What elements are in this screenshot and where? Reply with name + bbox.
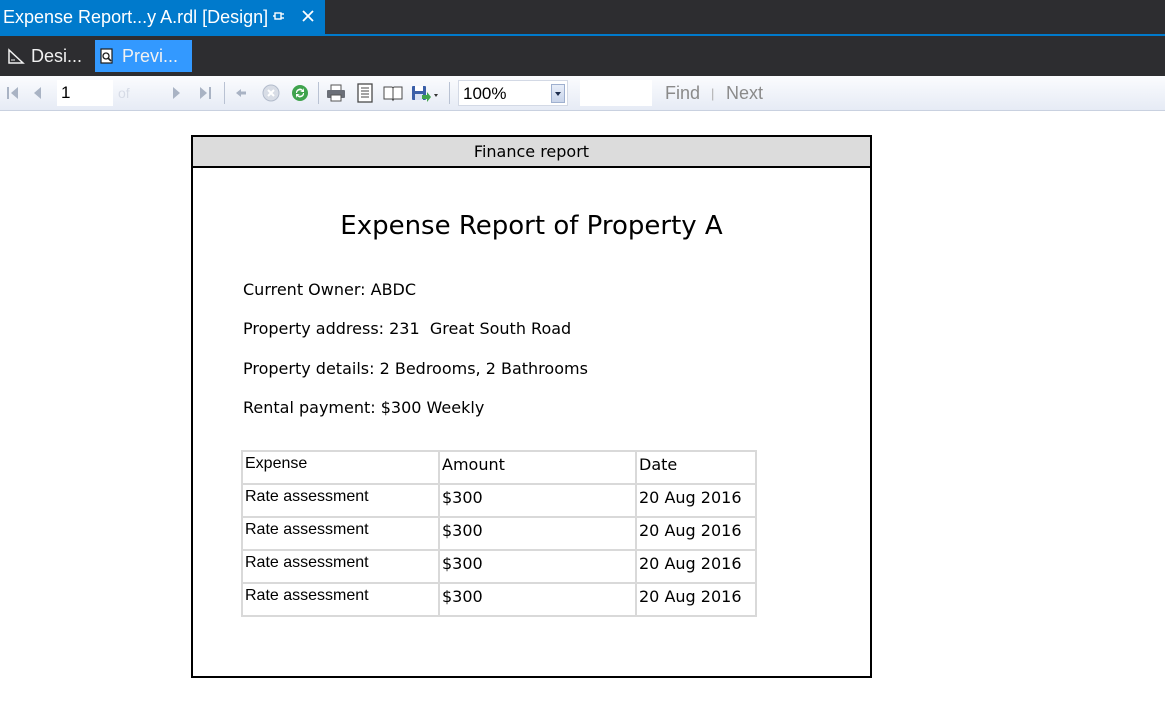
next-link[interactable]: Next (726, 83, 763, 104)
table-row: Rate assessment $300 20 Aug 2016 (241, 516, 757, 551)
zoom-value: 100% (463, 84, 507, 103)
address-text: Property address: 231 Great South Road (243, 319, 572, 338)
tab-preview-label: Previ... (122, 45, 179, 66)
report-page-header: Finance report (193, 137, 870, 168)
tab-design[interactable]: Desi... (4, 40, 90, 72)
design-icon (7, 47, 25, 65)
date-cell: 20 Aug 2016 (635, 516, 757, 551)
report-title: Expense Report of Property A (340, 211, 723, 241)
amount-cell: $300 (438, 483, 637, 518)
find-link[interactable]: Find (665, 83, 700, 104)
find-input[interactable] (580, 80, 652, 106)
owner-text: Current Owner: ABDC (243, 280, 417, 299)
close-icon[interactable] (299, 7, 317, 25)
document-tab[interactable]: Expense Report...y A.rdl [Design] (0, 0, 325, 34)
preview-icon (98, 47, 116, 65)
zoom-select[interactable]: 100% (458, 80, 568, 106)
column-header-date: Date (635, 450, 757, 485)
expense-cell: Rate assessment (241, 483, 440, 518)
date-cell: 20 Aug 2016 (635, 549, 757, 584)
page-number-input[interactable] (57, 80, 113, 106)
table-row: Rate assessment $300 20 Aug 2016 (241, 549, 757, 584)
pin-icon[interactable] (272, 8, 286, 26)
previous-page-icon[interactable] (27, 82, 49, 104)
rental-text: Rental payment: $300 Weekly (243, 398, 485, 417)
expense-cell: Rate assessment (241, 516, 440, 551)
table-row: Rate assessment $300 20 Aug 2016 (241, 582, 757, 617)
export-icon[interactable] (410, 82, 440, 104)
view-mode-bar: Desi... Previ... (0, 36, 1165, 76)
expense-cell: Rate assessment (241, 549, 440, 584)
expense-table: Expense Amount Date Rate assessment $300… (241, 450, 757, 617)
report-page: Finance report Expense Report of Propert… (191, 135, 872, 678)
last-page-icon[interactable] (194, 82, 216, 104)
amount-cell: $300 (438, 516, 637, 551)
amount-cell: $300 (438, 549, 637, 584)
page-of-label: of (118, 85, 130, 101)
toolbar-separator (224, 82, 225, 104)
back-icon[interactable] (230, 82, 252, 104)
table-header-row: Expense Amount Date (241, 450, 757, 485)
details-text: Property details: 2 Bedrooms, 2 Bathroom… (243, 359, 588, 378)
chevron-down-icon[interactable] (551, 84, 565, 103)
document-tab-title: Expense Report...y A.rdl [Design] (3, 6, 269, 27)
tab-design-label: Desi... (31, 45, 83, 66)
print-layout-icon[interactable] (354, 82, 376, 104)
find-separator: | (711, 86, 715, 101)
toolbar-separator (318, 82, 319, 104)
report-toolbar: of 100% Find | Next (0, 76, 1165, 111)
column-header-amount: Amount (438, 450, 637, 485)
document-tab-strip: Expense Report...y A.rdl [Design] (0, 0, 1165, 36)
column-header-expense: Expense (241, 450, 440, 485)
toolbar-separator (449, 82, 450, 104)
next-page-icon[interactable] (165, 82, 187, 104)
page-setup-icon[interactable] (382, 82, 404, 104)
stop-icon[interactable] (260, 82, 282, 104)
tab-preview[interactable]: Previ... (95, 40, 192, 72)
date-cell: 20 Aug 2016 (635, 582, 757, 617)
print-icon[interactable] (325, 82, 347, 104)
expense-cell: Rate assessment (241, 582, 440, 617)
table-row: Rate assessment $300 20 Aug 2016 (241, 483, 757, 518)
first-page-icon[interactable] (2, 82, 24, 104)
date-cell: 20 Aug 2016 (635, 483, 757, 518)
refresh-icon[interactable] (289, 82, 311, 104)
amount-cell: $300 (438, 582, 637, 617)
